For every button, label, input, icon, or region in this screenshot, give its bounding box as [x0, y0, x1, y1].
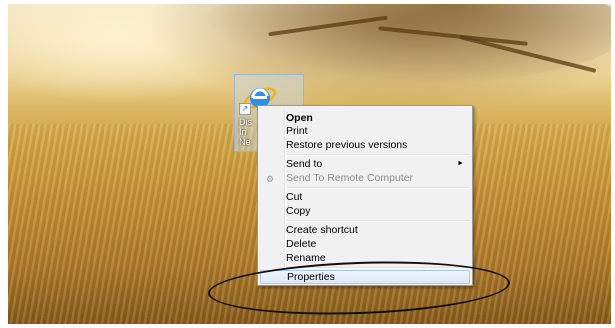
menu-separator [286, 154, 470, 156]
menu-item-label: Send To Remote Computer [286, 172, 414, 184]
menu-item-print[interactable]: Print [260, 124, 470, 138]
menu-separator [286, 187, 470, 189]
menu-item-restore-previous-versions[interactable]: Restore previous versions [260, 138, 470, 152]
desktop-background: ↗ Dis In Ne Open Print Restore previous … [8, 4, 611, 324]
menu-item-cut[interactable]: Cut [260, 190, 470, 204]
menu-item-copy[interactable]: Copy [260, 204, 470, 218]
menu-item-label: Send to [286, 158, 323, 170]
menu-item-delete[interactable]: Delete [260, 237, 470, 251]
menu-item-create-shortcut[interactable]: Create shortcut [260, 223, 470, 237]
submenu-arrow-icon: ► [457, 160, 464, 167]
remote-computer-icon: ⚙ [266, 174, 275, 184]
shortcut-arrow-icon: ↗ [239, 103, 251, 115]
tree-canopy [198, 4, 611, 84]
menu-separator [286, 220, 470, 222]
menu-item-send-to-remote-computer[interactable]: ⚙ Send To Remote Computer [260, 171, 470, 185]
menu-item-open[interactable]: Open [260, 111, 470, 125]
menu-item-send-to[interactable]: Send to ► [260, 157, 470, 171]
context-menu: Open Print Restore previous versions Sen… [257, 105, 473, 286]
